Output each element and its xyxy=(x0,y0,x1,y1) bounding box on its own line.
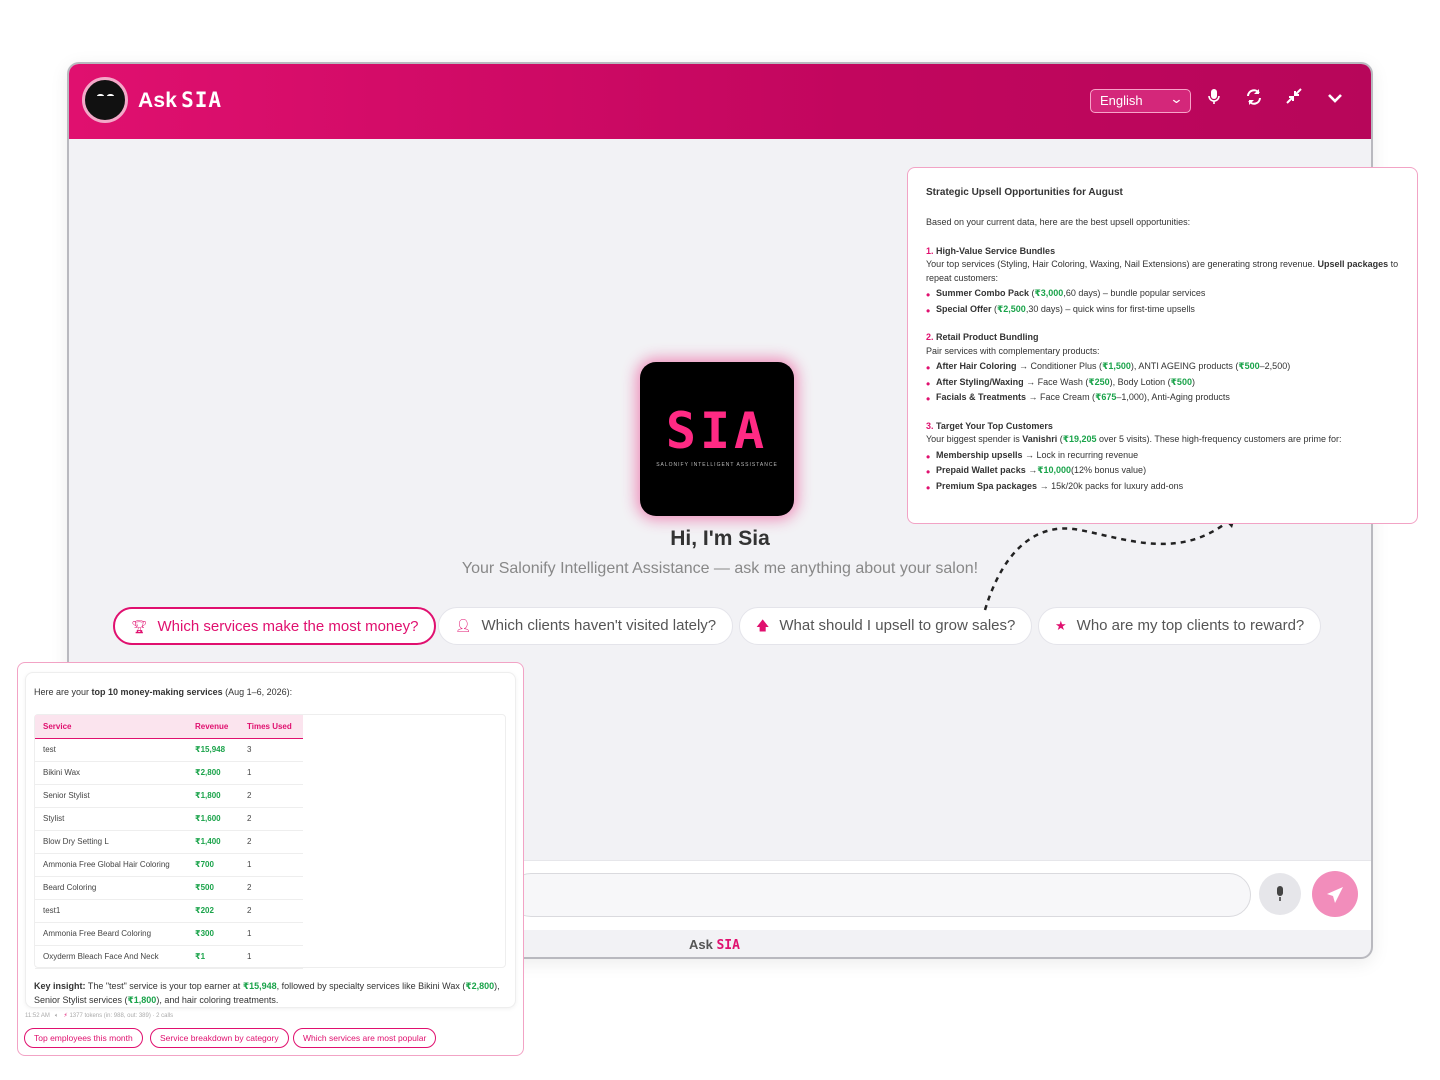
list-item: Special Offer (₹2,500,30 days) – quick w… xyxy=(926,302,1401,319)
followup-chip[interactable]: Service breakdown by category xyxy=(150,1028,289,1048)
followup-chip[interactable]: Top employees this month xyxy=(24,1028,143,1048)
services-response-card: Here are your top 10 money-making servic… xyxy=(17,662,524,1056)
section-text: Your biggest spender is Vanishri (₹19,20… xyxy=(926,434,1342,444)
table-row: Beard Coloring ₹500 2 xyxy=(35,876,303,900)
list-item: Summer Combo Pack (₹3,000,60 days) – bun… xyxy=(926,286,1401,303)
list-item: Membership upsells → Lock in recurring r… xyxy=(926,448,1401,465)
column-header: Service xyxy=(35,715,187,739)
times-used-cell: 2 xyxy=(239,784,303,808)
service-cell: Ammonia Free Beard Coloring xyxy=(35,922,187,946)
table-row: test1 ₹202 2 xyxy=(35,899,303,923)
table-row: Ammonia Free Beard Coloring ₹300 1 xyxy=(35,922,303,946)
revenue-cell: ₹1,800 xyxy=(187,784,239,808)
times-used-cell: 2 xyxy=(239,876,303,900)
table-row: Blow Dry Setting L ₹1,400 2 xyxy=(35,830,303,854)
table-row: Stylist ₹1,600 2 xyxy=(35,807,303,831)
times-used-cell: 1 xyxy=(239,945,303,969)
service-cell: test xyxy=(35,738,187,762)
revenue-cell: ₹300 xyxy=(187,922,239,946)
service-cell: Stylist xyxy=(35,807,187,831)
upsell-title: Strategic Upsell Opportunities for Augus… xyxy=(926,187,1123,198)
times-used-cell: 2 xyxy=(239,830,303,854)
services-intro: Here are your top 10 money-making servic… xyxy=(34,687,293,697)
list-item: Premium Spa packages → 15k/20k packs for… xyxy=(926,479,1401,496)
list-item: After Hair Coloring → Conditioner Plus (… xyxy=(926,359,1401,376)
revenue-cell: ₹700 xyxy=(187,853,239,877)
revenue-cell: ₹2,800 xyxy=(187,761,239,785)
table-row: Oxyderm Bleach Face And Neck ₹1 1 xyxy=(35,945,303,969)
table-row: Bikini Wax ₹2,800 1 xyxy=(35,761,303,785)
table-row: Ammonia Free Global Hair Coloring ₹700 1 xyxy=(35,853,303,877)
times-used-cell: 1 xyxy=(239,761,303,785)
service-cell: Bikini Wax xyxy=(35,761,187,785)
response-bubble: Here are your top 10 money-making servic… xyxy=(25,672,516,1008)
times-used-cell: 1 xyxy=(239,922,303,946)
upsell-intro: Based on your current data, here are the… xyxy=(926,217,1191,227)
times-used-cell: 1 xyxy=(239,853,303,877)
section-text: Pair services with complementary product… xyxy=(926,345,1100,356)
revenue-cell: ₹15,948 xyxy=(187,738,239,762)
followup-chip[interactable]: Which services are most popular xyxy=(293,1028,437,1048)
service-cell: Oxyderm Bleach Face And Neck xyxy=(35,945,187,969)
revenue-cell: ₹202 xyxy=(187,899,239,923)
bolt-icon: ⚡︎ xyxy=(63,1013,68,1019)
table-row: Senior Stylist ₹1,800 2 xyxy=(35,784,303,808)
service-cell: test1 xyxy=(35,899,187,923)
upsell-response-card: Strategic Upsell Opportunities for Augus… xyxy=(907,167,1418,524)
revenue-cell: ₹1 xyxy=(187,945,239,969)
table-header-row: Service Revenue Times Used xyxy=(35,715,303,739)
service-cell: Ammonia Free Global Hair Coloring xyxy=(35,853,187,877)
service-cell: Beard Coloring xyxy=(35,876,187,900)
message-meta: 11:52 AM 🔈︎ ⚡︎ 1377 tokens (in: 988, out… xyxy=(25,1012,173,1020)
revenue-cell: ₹500 xyxy=(187,876,239,900)
times-used-cell: 2 xyxy=(239,807,303,831)
timestamp: 11:52 AM xyxy=(25,1013,50,1019)
table-row: test ₹15,948 3 xyxy=(35,738,303,762)
list-item: Facials & Treatments → Face Cream (₹675–… xyxy=(926,390,1401,407)
services-table: Service Revenue Times Used test ₹15,948 3 B… xyxy=(34,714,506,969)
section-heading: 2. Retail Product Bundling xyxy=(926,332,1039,342)
service-cell: Blow Dry Setting L xyxy=(35,830,187,854)
column-header: Times Used xyxy=(239,715,303,739)
token-count: 1377 tokens (in: 988, out: 389) · 2 call… xyxy=(69,1013,174,1019)
key-insight: Key insight: The "test" service is your … xyxy=(34,981,500,1005)
revenue-cell: ₹1,400 xyxy=(187,830,239,854)
list-item: After Styling/Waxing → Face Wash (₹250),… xyxy=(926,375,1401,392)
list-item: Prepaid Wallet packs →₹10,000(12% bonus … xyxy=(926,463,1401,480)
section-heading: 1. High-Value Service Bundles xyxy=(926,245,1056,256)
section-text: Your top services (Styling, Hair Colorin… xyxy=(926,259,1399,283)
speaker-icon[interactable]: 🔈︎ xyxy=(55,1013,59,1019)
times-used-cell: 3 xyxy=(239,738,303,762)
revenue-cell: ₹1,600 xyxy=(187,807,239,831)
column-header: Revenue xyxy=(187,715,239,739)
section-heading: 3. Target Your Top Customers xyxy=(926,420,1053,431)
service-cell: Senior Stylist xyxy=(35,784,187,808)
times-used-cell: 2 xyxy=(239,899,303,923)
